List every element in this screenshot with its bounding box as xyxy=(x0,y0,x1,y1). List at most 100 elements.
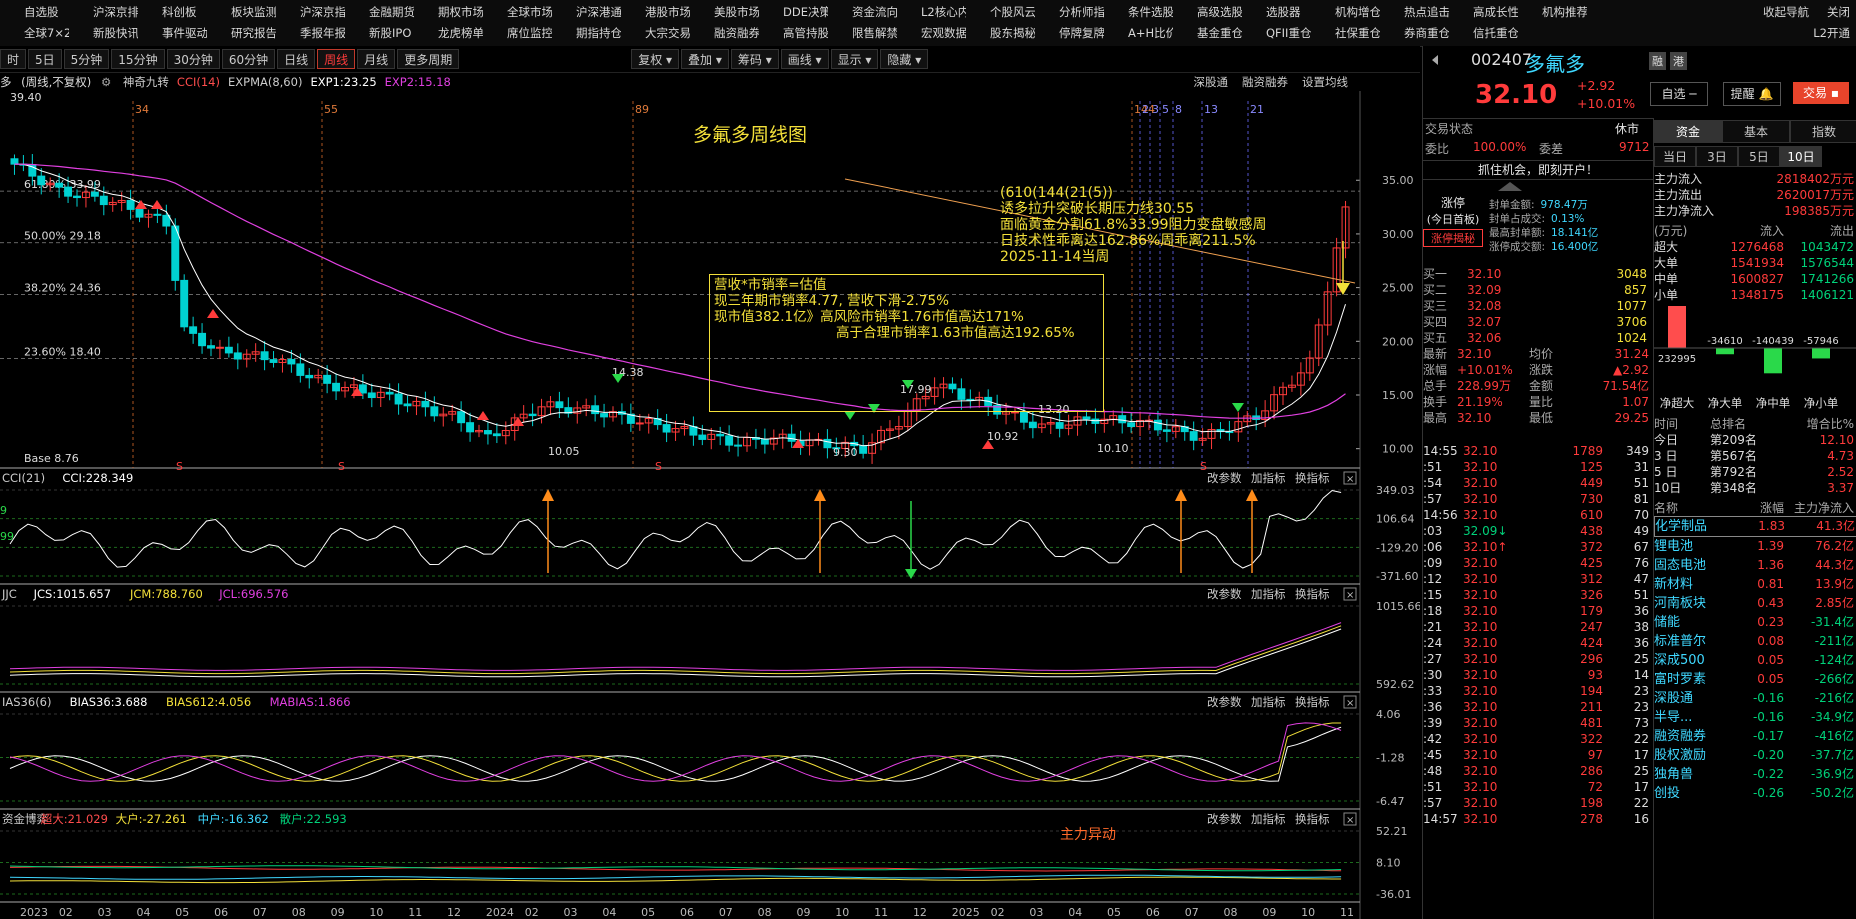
menu-item[interactable]: 停牌复牌 xyxy=(1035,23,1104,43)
tool-button[interactable]: 隐藏 ▾ xyxy=(880,49,929,69)
panel-tool-link[interactable]: 改参数 xyxy=(1207,587,1242,601)
panel-tab[interactable]: 资金 xyxy=(1654,120,1722,143)
menu-item[interactable]: 股东揭秘 xyxy=(966,23,1035,43)
period-button[interactable]: 周线 xyxy=(317,49,356,69)
tool-button[interactable]: 画线 ▾ xyxy=(780,49,829,69)
panel-tool-link[interactable]: 加指标 xyxy=(1251,695,1286,709)
menu-item[interactable]: 沪深港通 xyxy=(552,2,621,22)
flow-sub-tab[interactable]: 当日 xyxy=(1654,146,1696,167)
tick-table[interactable]: 14:55 32.10 1789 349:51 32.10 125 31:54 32.10 44… xyxy=(1423,443,1653,827)
menu-right-item[interactable]: 关闭 xyxy=(1827,2,1850,22)
menu-item[interactable]: 高成长性 xyxy=(1449,2,1518,22)
collapse-arrow-icon[interactable] xyxy=(1498,182,1522,191)
menu-item[interactable]: 研究报告 xyxy=(207,23,276,43)
menu-item[interactable]: 社保重仓 xyxy=(1311,23,1380,43)
period-button[interactable]: 15分钟 xyxy=(111,49,165,69)
menu-item[interactable]: 大宗交易 xyxy=(621,23,690,43)
panel-tab[interactable]: 指数 xyxy=(1790,120,1856,143)
menu-item[interactable]: 科创板 xyxy=(138,2,207,22)
menu-item[interactable]: 融资融券 xyxy=(690,23,759,43)
sector-row[interactable]: 创投 -0.26 -50.2亿 xyxy=(1654,784,1856,803)
panel-tool-link[interactable]: 换指标 xyxy=(1295,471,1330,485)
sector-row[interactable]: 锂电池 1.39 76.2亿 xyxy=(1654,537,1856,556)
menu-item[interactable]: 热点追击 xyxy=(1380,2,1449,22)
period-button[interactable]: 30分钟 xyxy=(166,49,220,69)
sector-row[interactable]: 标准普尔 0.08 -211亿 xyxy=(1654,632,1856,651)
sector-row[interactable]: 储能 0.23 -31.4亿 xyxy=(1654,613,1856,632)
sector-row[interactable]: 固态电池 1.36 44.3亿 xyxy=(1654,556,1856,575)
menu-item[interactable]: 期权市场 xyxy=(414,2,483,22)
open-account-link[interactable]: 抓住机会，即刻开户！ xyxy=(1423,160,1653,180)
sector-row[interactable]: 独角兽 -0.22 -36.9亿 xyxy=(1654,765,1856,784)
menu-item[interactable]: 个股风云 xyxy=(966,2,1035,22)
menu-item[interactable]: 期指持仓 xyxy=(552,23,621,43)
menu-item[interactable]: 限售解禁 xyxy=(828,23,897,43)
menu-item[interactable]: 沪深京指数 xyxy=(276,2,345,22)
gear-icon[interactable]: ⚙ xyxy=(101,75,111,89)
sector-row[interactable]: 富时罗素 0.05 -266亿 xyxy=(1654,670,1856,689)
menu-item[interactable]: 机构推荐 xyxy=(1518,2,1587,22)
indicator-link[interactable]: 深股通 xyxy=(1192,73,1231,91)
menu-item[interactable]: 龙虎榜单 xyxy=(414,23,483,43)
collapse-icon[interactable] xyxy=(1429,54,1441,66)
period-button[interactable]: 5分钟 xyxy=(63,49,110,69)
menu-item[interactable]: 券商重仓 xyxy=(1380,23,1449,43)
menu-item[interactable]: A+H比价 xyxy=(1104,23,1173,43)
tool-button[interactable]: 复权 ▾ xyxy=(631,49,680,69)
period-button[interactable]: 60分钟 xyxy=(221,49,276,69)
indicator-link[interactable]: 融资融券 xyxy=(1240,73,1290,91)
menu-item[interactable]: L2核心内参 xyxy=(897,2,966,22)
panel-tool-link[interactable]: 加指标 xyxy=(1251,587,1286,601)
menu-item[interactable]: 金融期货 xyxy=(345,2,414,22)
period-button[interactable]: 日线 xyxy=(277,49,316,69)
panel-tool-link[interactable]: 改参数 xyxy=(1207,695,1242,709)
menu-item[interactable]: 信托重仓 xyxy=(1449,23,1518,43)
period-button[interactable]: 5日 xyxy=(28,49,62,69)
panel-tool-link[interactable]: 换指标 xyxy=(1295,812,1330,826)
sector-row[interactable]: 深成500 0.05 -124亿 xyxy=(1654,651,1856,670)
sector-table[interactable]: 名称 涨幅 主力净流入 化学制品 1.83 41.3亿 锂电池 1.39 76.2亿 固态电池 1.… xyxy=(1654,500,1856,803)
panel-tab[interactable]: 基本 xyxy=(1722,120,1790,143)
menu-right-item[interactable]: L2开通 xyxy=(1813,23,1850,43)
add-watchlist-button[interactable]: 自选 ─ xyxy=(1650,82,1708,106)
tool-button[interactable]: 叠加 ▾ xyxy=(681,49,729,69)
menu-item[interactable]: 板块监测 xyxy=(207,2,276,22)
menu-item[interactable]: QFII重仓 xyxy=(1242,23,1311,43)
menu-item[interactable]: 港股市场 xyxy=(621,2,690,22)
panel-tool-link[interactable]: 改参数 xyxy=(1207,812,1242,826)
menu-item[interactable]: 高管持股 xyxy=(759,23,828,43)
trade-button[interactable]: 交易 ▪ xyxy=(1793,82,1849,104)
flow-sub-tab[interactable]: 5日 xyxy=(1738,146,1780,167)
menu-right-item[interactable]: 收起导航 xyxy=(1763,2,1809,22)
panel-tool-link[interactable]: 换指标 xyxy=(1295,695,1330,709)
menu-item[interactable]: 新股IPO xyxy=(345,23,414,43)
menu-item[interactable]: 资金流向 xyxy=(828,2,897,22)
menu-item[interactable]: 高级选股 xyxy=(1173,2,1242,22)
kline-chart-area[interactable]: 35.0030.0025.0020.0015.0010.0061.80% 33.… xyxy=(0,73,1420,919)
menu-item[interactable]: 全球7×24 xyxy=(0,23,69,43)
menu-item[interactable]: 全球市场 xyxy=(483,2,552,22)
sector-row[interactable]: 河南板块 0.43 2.85亿 xyxy=(1654,594,1856,613)
menu-item[interactable]: 基金重仓 xyxy=(1173,23,1242,43)
tool-button[interactable]: 显示 ▾ xyxy=(830,49,879,69)
panel-tool-link[interactable]: 加指标 xyxy=(1251,471,1286,485)
sector-row[interactable]: 新材料 0.81 13.9亿 xyxy=(1654,575,1856,594)
tool-button[interactable]: 筹码 ▾ xyxy=(730,49,779,69)
menu-item[interactable]: 沪深京排行 xyxy=(69,2,138,22)
sector-row[interactable]: 融资融券 -0.17 -416亿 xyxy=(1654,727,1856,746)
indicator-link[interactable]: 设置均线 xyxy=(1300,73,1350,91)
panel-tool-link[interactable]: 加指标 xyxy=(1251,812,1286,826)
flow-sub-tab[interactable]: 10日 xyxy=(1780,146,1822,167)
sector-row[interactable]: 深股通 -0.16 -216亿 xyxy=(1654,689,1856,708)
menu-item[interactable]: 季报年报 xyxy=(276,23,345,43)
sector-row[interactable]: 化学制品 1.83 41.3亿 xyxy=(1654,516,1856,537)
menu-item[interactable]: 美股市场 xyxy=(690,2,759,22)
panel-tool-link[interactable]: 换指标 xyxy=(1295,587,1330,601)
menu-item[interactable]: 事件驱动 xyxy=(138,23,207,43)
menu-item[interactable]: 条件选股 xyxy=(1104,2,1173,22)
period-button[interactable]: 时 xyxy=(0,49,27,69)
menu-item[interactable]: DDE决策 xyxy=(759,2,828,22)
menu-item[interactable]: 宏观数据 xyxy=(897,23,966,43)
menu-item[interactable]: 选股器 xyxy=(1242,2,1311,22)
limit-reveal-button[interactable]: 涨停揭秘 xyxy=(1423,229,1483,247)
